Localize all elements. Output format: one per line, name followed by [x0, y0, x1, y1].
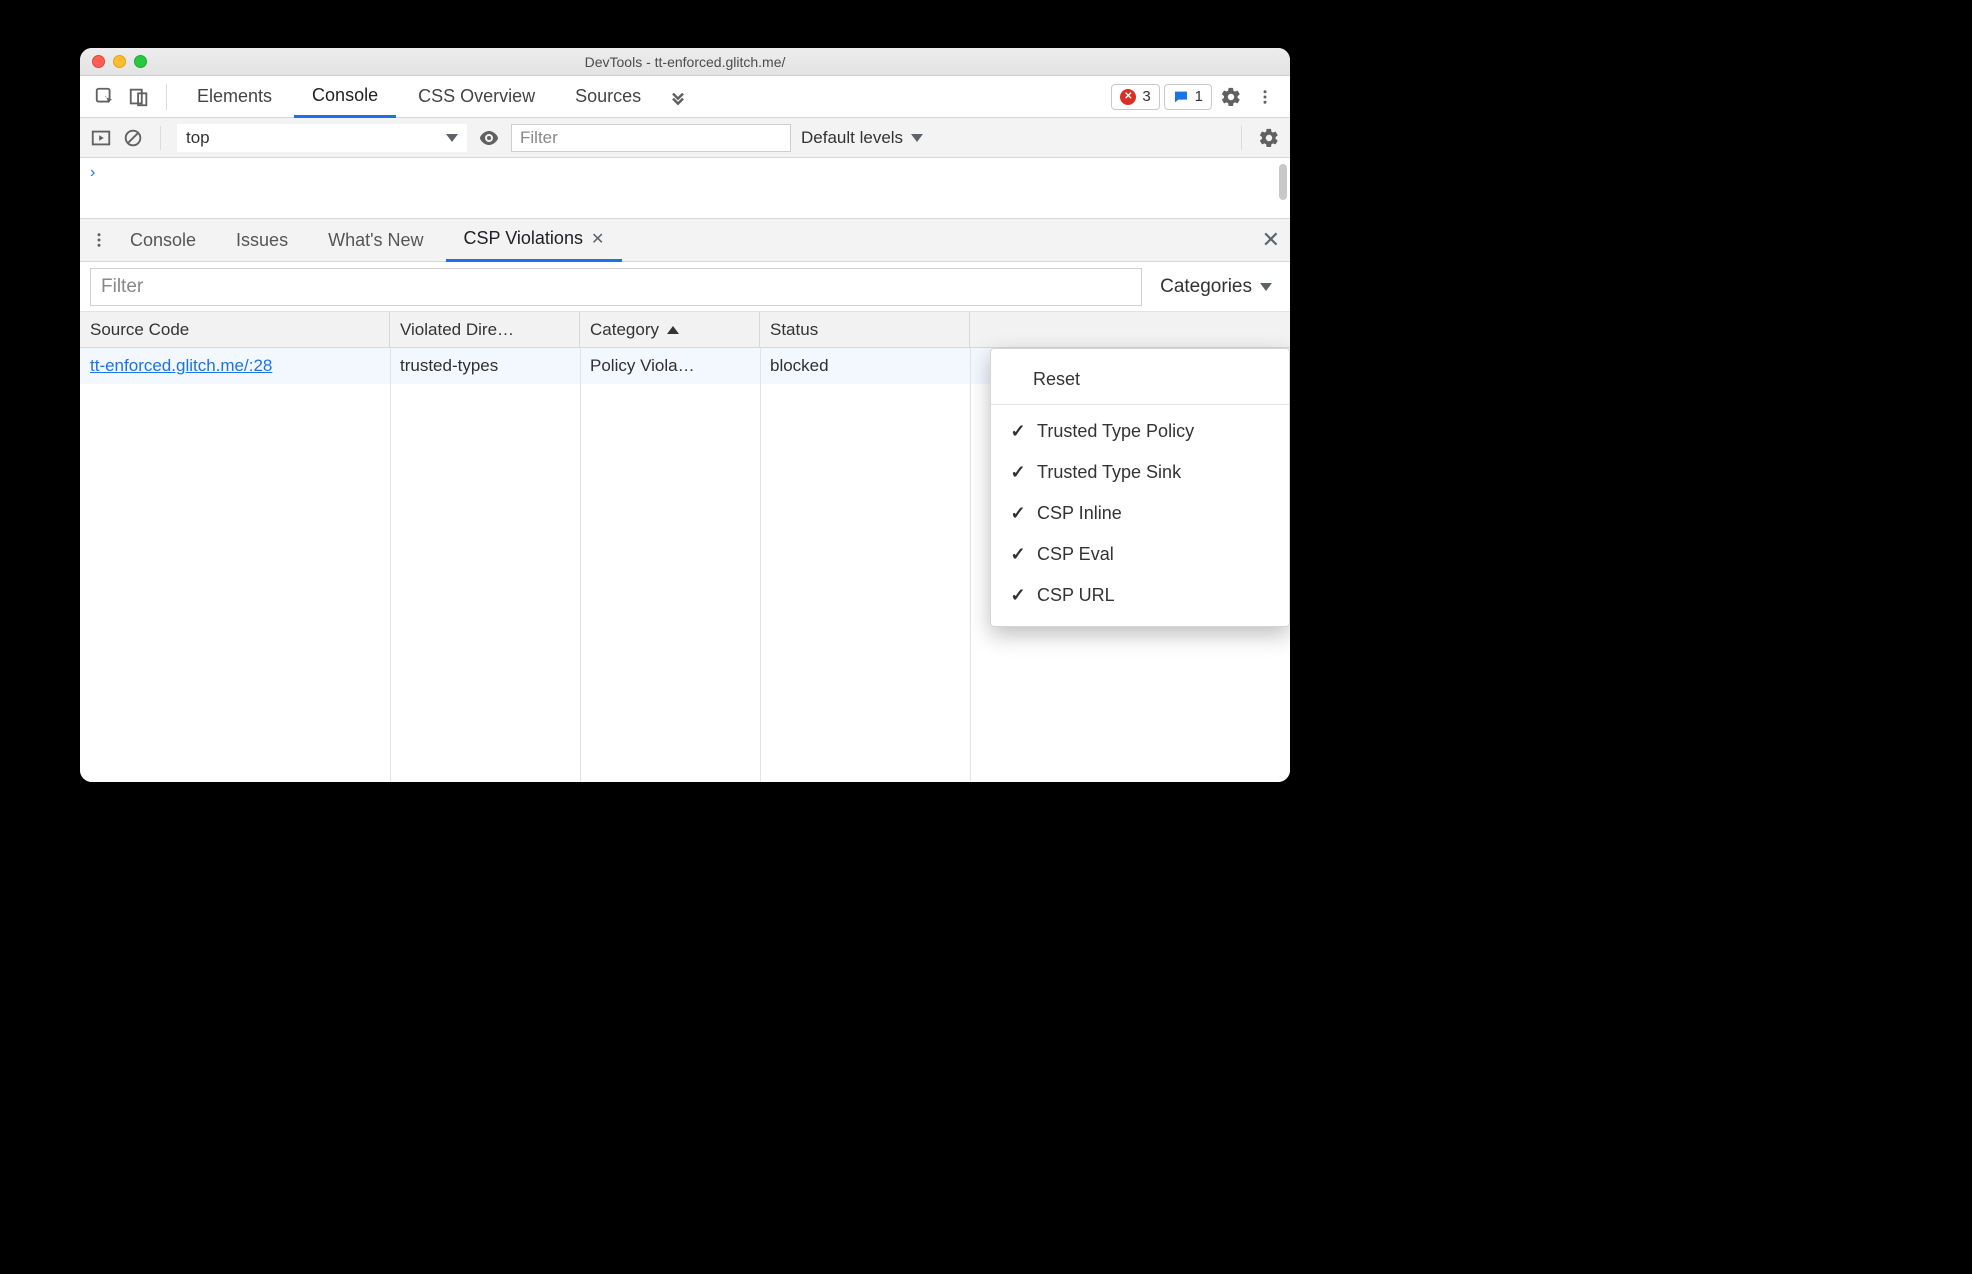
cell-status: blocked: [760, 356, 970, 376]
tab-label: Issues: [236, 230, 288, 251]
th-status[interactable]: Status: [760, 312, 970, 347]
category-option[interactable]: CSP Eval: [991, 534, 1289, 575]
close-icon[interactable]: ✕: [591, 229, 604, 249]
tab-label: CSP Violations: [464, 228, 583, 249]
main-tabstrip: Elements Console CSS Overview Sources 3 …: [80, 76, 1290, 118]
th-category[interactable]: Category: [580, 312, 760, 347]
column-divider[interactable]: [970, 348, 971, 782]
settings-icon[interactable]: [1216, 82, 1246, 112]
option-label: Trusted Type Policy: [1037, 421, 1194, 442]
drawer-tab-console[interactable]: Console: [112, 218, 214, 262]
th-empty: [970, 312, 1290, 347]
device-toggle-icon[interactable]: [124, 82, 154, 112]
tab-css-overview[interactable]: CSS Overview: [400, 76, 553, 118]
divider: [160, 126, 161, 150]
levels-label: Default levels: [801, 128, 903, 148]
divider: [166, 84, 167, 110]
check-icon: [1009, 544, 1027, 565]
option-label: CSP Inline: [1037, 503, 1122, 524]
cell-category: Policy Viola…: [580, 356, 760, 376]
categories-label: Categories: [1160, 276, 1252, 298]
console-toolbar: top Default levels: [80, 118, 1290, 158]
errors-count: 3: [1142, 88, 1150, 105]
context-value: top: [186, 128, 210, 148]
violations-filter-row: Categories: [80, 262, 1290, 312]
tab-label: What's New: [328, 230, 423, 251]
clear-console-icon[interactable]: [122, 127, 144, 149]
error-icon: [1120, 89, 1136, 105]
sidebar-toggle-icon[interactable]: [90, 127, 112, 149]
categories-dropdown: Reset Trusted Type Policy Trusted Type S…: [990, 348, 1290, 627]
category-option[interactable]: Trusted Type Policy: [991, 411, 1289, 452]
tab-label: CSS Overview: [418, 86, 535, 107]
drawer-kebab-icon[interactable]: [90, 229, 108, 251]
tab-label: Console: [312, 85, 378, 106]
check-icon: [1009, 503, 1027, 524]
column-divider[interactable]: [390, 348, 391, 782]
errors-badge[interactable]: 3: [1111, 84, 1159, 110]
categories-reset[interactable]: Reset: [991, 359, 1289, 405]
th-directive[interactable]: Violated Dire…: [390, 312, 580, 347]
console-settings-icon[interactable]: [1258, 127, 1280, 149]
tab-label: Console: [130, 230, 196, 251]
drawer-tab-whatsnew[interactable]: What's New: [310, 218, 441, 262]
live-expression-icon[interactable]: [477, 126, 501, 150]
source-link[interactable]: tt-enforced.glitch.me/:28: [90, 356, 272, 376]
window-title: DevTools - tt-enforced.glitch.me/: [80, 54, 1290, 70]
sort-asc-icon: [667, 326, 679, 334]
th-label: Source Code: [90, 320, 189, 340]
drawer-tab-csp-violations[interactable]: CSP Violations ✕: [446, 218, 623, 262]
table-body: tt-enforced.glitch.me/:28 trusted-types …: [80, 348, 1290, 782]
option-label: CSP URL: [1037, 585, 1115, 606]
column-divider[interactable]: [580, 348, 581, 782]
chevron-down-icon: [911, 134, 923, 142]
more-tabs-icon[interactable]: [663, 82, 693, 112]
reset-label: Reset: [1033, 369, 1080, 390]
th-source[interactable]: Source Code: [80, 312, 390, 347]
drawer-close-icon[interactable]: ✕: [1262, 227, 1280, 253]
check-icon: [1009, 462, 1027, 483]
categories-button[interactable]: Categories: [1152, 268, 1280, 306]
tab-sources[interactable]: Sources: [557, 76, 659, 118]
option-label: Trusted Type Sink: [1037, 462, 1181, 483]
tab-label: Sources: [575, 86, 641, 107]
th-label: Violated Dire…: [400, 320, 514, 340]
column-divider[interactable]: [760, 348, 761, 782]
drawer-tab-issues[interactable]: Issues: [218, 218, 306, 262]
chevron-down-icon: [1260, 283, 1272, 291]
check-icon: [1009, 585, 1027, 606]
kebab-menu-icon[interactable]: [1250, 82, 1280, 112]
divider: [1241, 126, 1242, 150]
titlebar: DevTools - tt-enforced.glitch.me/: [80, 48, 1290, 76]
cell-directive: trusted-types: [390, 356, 580, 376]
tab-label: Elements: [197, 86, 272, 107]
log-levels-selector[interactable]: Default levels: [801, 128, 923, 148]
violations-filter-input[interactable]: [90, 268, 1142, 306]
th-label: Category: [590, 320, 659, 340]
inspect-icon[interactable]: [90, 82, 120, 112]
check-icon: [1009, 421, 1027, 442]
console-body[interactable]: ›: [80, 158, 1290, 218]
drawer-tabstrip: Console Issues What's New CSP Violations…: [80, 218, 1290, 262]
messages-count: 1: [1195, 88, 1203, 105]
message-icon: [1173, 89, 1189, 105]
chevron-down-icon: [446, 134, 458, 142]
tab-console[interactable]: Console: [294, 76, 396, 118]
category-option[interactable]: CSP Inline: [991, 493, 1289, 534]
violations-table: Source Code Violated Dire… Category Stat…: [80, 312, 1290, 782]
tab-elements[interactable]: Elements: [179, 76, 290, 118]
option-label: CSP Eval: [1037, 544, 1114, 565]
console-filter-input[interactable]: [511, 124, 791, 152]
messages-badge[interactable]: 1: [1164, 84, 1212, 110]
category-option[interactable]: Trusted Type Sink: [991, 452, 1289, 493]
devtools-window: DevTools - tt-enforced.glitch.me/ Elemen…: [80, 48, 1290, 782]
scrollbar-thumb[interactable]: [1279, 164, 1287, 200]
table-header: Source Code Violated Dire… Category Stat…: [80, 312, 1290, 348]
category-option[interactable]: CSP URL: [991, 575, 1289, 616]
prompt-icon: ›: [90, 164, 95, 182]
th-label: Status: [770, 320, 818, 340]
context-selector[interactable]: top: [177, 124, 467, 152]
